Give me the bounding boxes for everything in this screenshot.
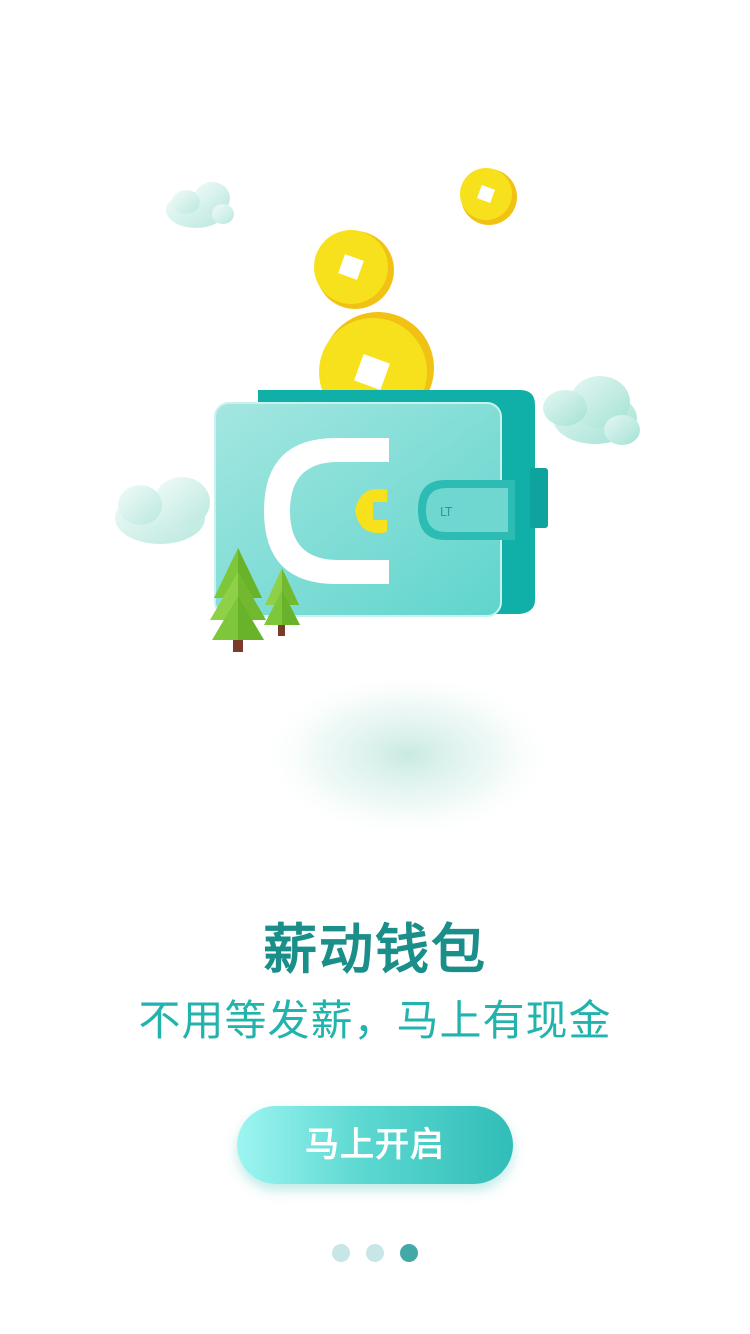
onboarding-illustration: LT [115, 168, 640, 840]
coin-icon [314, 230, 394, 309]
page-indicator-dot[interactable] [332, 1244, 350, 1262]
ground-shadow [258, 670, 558, 840]
wallet-icon: LT [214, 390, 548, 617]
page-indicator [0, 1244, 750, 1262]
cloud-icon [115, 477, 210, 544]
cloud-icon [166, 182, 234, 228]
page-title: 薪动钱包 [263, 918, 487, 981]
svg-text:LT: LT [440, 505, 453, 519]
start-now-button[interactable]: 马上开启 [237, 1106, 513, 1184]
page-subtitle: 不用等发薪，马上有现金 [138, 996, 612, 1045]
page-indicator-dot-active[interactable] [400, 1244, 418, 1262]
cloud-icon [543, 376, 640, 445]
page-indicator-dot[interactable] [366, 1244, 384, 1262]
coin-icon [460, 168, 517, 225]
